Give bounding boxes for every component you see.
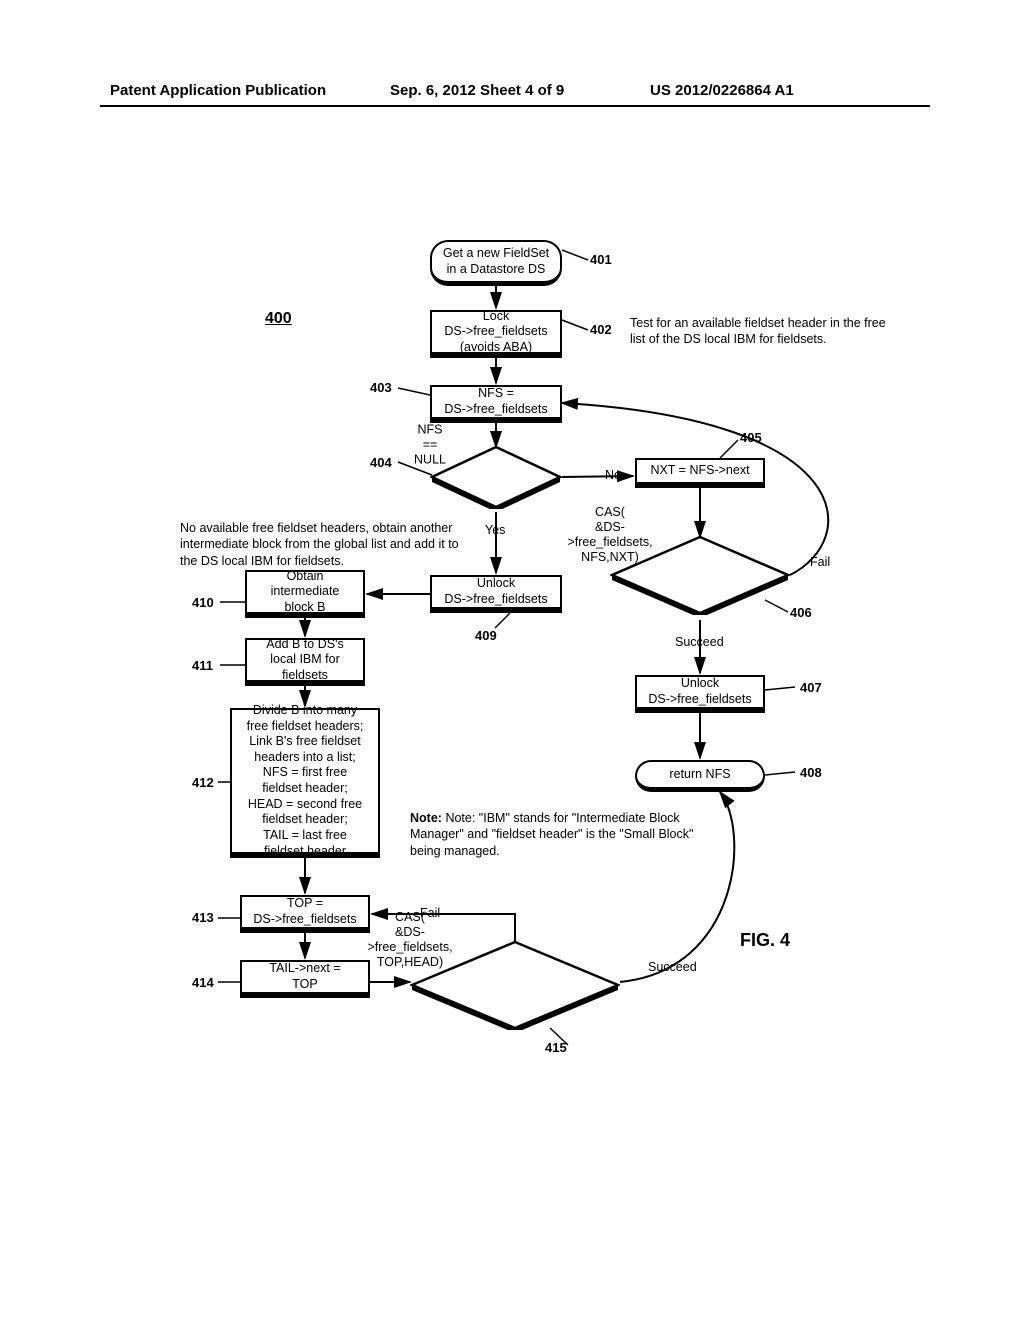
annotation-top-right: Test for an available fieldset header in…: [630, 315, 890, 348]
edge-fail-415: Fail: [420, 906, 440, 920]
ref-408: 408: [800, 765, 822, 780]
annotation-mid-left: No available free fieldset headers, obta…: [180, 520, 470, 569]
node-403: NFS = DS->free_fieldsets: [430, 385, 562, 423]
node-412: Divide B into many free fieldset headers…: [230, 708, 380, 858]
ref-415: 415: [545, 1040, 567, 1055]
connectors: [100, 230, 940, 1190]
header-rule: [100, 105, 930, 107]
ref-404: 404: [370, 455, 392, 470]
node-411: Add B to DS's local IBM for fieldsets: [245, 638, 365, 686]
edge-succeed-415: Succeed: [648, 960, 697, 974]
ref-402: 402: [590, 322, 612, 337]
node-407: Unlock DS->free_fieldsets: [635, 675, 765, 713]
note-text: Note: "IBM" stands for "Intermediate Blo…: [410, 811, 693, 858]
node-409: Unlock DS->free_fieldsets: [430, 575, 562, 613]
node-401: Get a new FieldSet in a Datastore DS: [430, 240, 562, 286]
figure-reference-400: 400: [265, 310, 292, 328]
ref-406: 406: [790, 605, 812, 620]
annotation-note: Note: Note: "IBM" stands for "Intermedia…: [410, 810, 710, 859]
edge-yes: Yes: [485, 523, 505, 537]
edge-succeed-406: Succeed: [675, 635, 724, 649]
flowchart: 400 Get a new FieldSet in a Datastore DS…: [100, 230, 940, 1190]
ref-403: 403: [370, 380, 392, 395]
node-405: NXT = NFS->next: [635, 458, 765, 488]
edge-no: No: [605, 468, 621, 482]
ref-412: 412: [192, 775, 214, 790]
ref-411: 411: [192, 658, 213, 673]
header-right: US 2012/0226864 A1: [650, 82, 794, 99]
ref-410: 410: [192, 595, 214, 610]
node-408: return NFS: [635, 760, 765, 792]
ref-401: 401: [590, 252, 612, 267]
ref-407: 407: [800, 680, 822, 695]
node-413: TOP = DS->free_fieldsets: [240, 895, 370, 933]
node-410: Obtain intermediate block B: [245, 570, 365, 618]
ref-414: 414: [192, 975, 214, 990]
ref-409: 409: [475, 628, 497, 643]
note-bold: Note:: [410, 811, 442, 825]
header-center: Sep. 6, 2012 Sheet 4 of 9: [390, 82, 564, 99]
node-406-label: CAS( &DS->free_fieldsets, NFS,NXT): [567, 505, 652, 565]
ref-413: 413: [192, 910, 214, 925]
edge-fail-406: Fail: [810, 555, 830, 569]
node-402: Lock DS->free_fieldsets (avoids ABA): [430, 310, 562, 358]
node-404-label: NFS == NULL: [414, 423, 446, 468]
ref-405: 405: [740, 430, 762, 445]
figure-label: FIG. 4: [740, 930, 790, 951]
header-left: Patent Application Publication: [110, 82, 326, 99]
node-414: TAIL->next = TOP: [240, 960, 370, 998]
